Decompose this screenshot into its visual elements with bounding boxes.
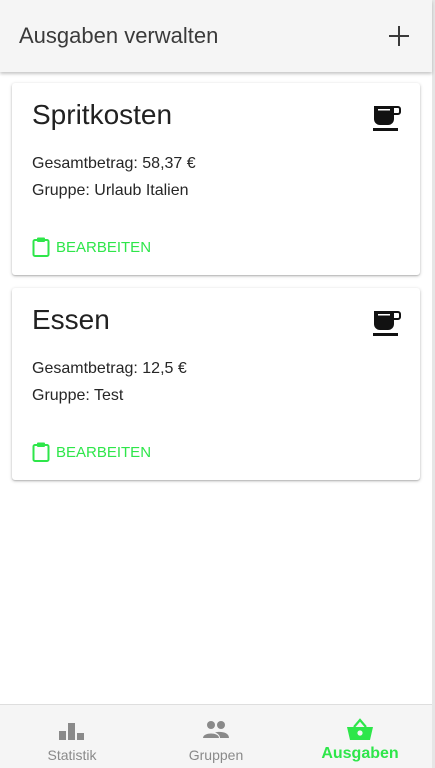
- expense-card: Spritkosten Gesamtbetrag: 58,37 € Gruppe…: [12, 83, 420, 275]
- coffee-cup-icon: [373, 311, 401, 336]
- expense-list: Spritkosten Gesamtbetrag: 58,37 € Gruppe…: [0, 72, 432, 704]
- nav-item-statistik[interactable]: Statistik: [0, 705, 144, 768]
- nav-label-gruppen: Gruppen: [188, 747, 244, 763]
- nav-label-ausgaben: Ausgaben: [321, 745, 399, 762]
- expense-title: Spritkosten: [32, 99, 173, 130]
- bar-chart-icon: [59, 723, 84, 740]
- app-header: Ausgaben verwalten: [0, 0, 432, 72]
- edit-label: BEARBEITEN: [56, 238, 152, 256]
- bottom-navigation: Statistik Gruppen Ausgaben: [0, 704, 432, 768]
- edit-label: BEARBEITEN: [56, 443, 152, 461]
- edit-button[interactable]: BEARBEITEN: [32, 235, 151, 259]
- nav-label-statistik: Statistik: [47, 747, 97, 763]
- clipboard-icon: [32, 237, 50, 257]
- people-icon: [203, 721, 229, 738]
- clipboard-icon: [32, 442, 50, 462]
- expense-card: Essen Gesamtbetrag: 12,5 € Gruppe: Test …: [12, 288, 420, 480]
- plus-icon: [389, 26, 409, 46]
- add-expense-button[interactable]: [384, 21, 414, 51]
- edit-button[interactable]: BEARBEITEN: [32, 440, 151, 464]
- app-screen: Ausgaben verwalten Spritkosten Gesamtbet…: [0, 0, 435, 768]
- nav-item-gruppen[interactable]: Gruppen: [144, 705, 288, 768]
- expense-total: Gesamtbetrag: 58,37 €: [32, 155, 196, 172]
- expense-total: Gesamtbetrag: 12,5 €: [32, 360, 187, 377]
- coffee-cup-icon: [373, 106, 401, 131]
- expense-title: Essen: [32, 304, 110, 335]
- nav-item-ausgaben[interactable]: Ausgaben: [288, 705, 432, 768]
- expense-group: Gruppe: Test: [32, 387, 124, 404]
- basket-icon: [347, 718, 373, 740]
- page-title: Ausgaben verwalten: [19, 23, 219, 48]
- expense-group: Gruppe: Urlaub Italien: [32, 182, 189, 199]
